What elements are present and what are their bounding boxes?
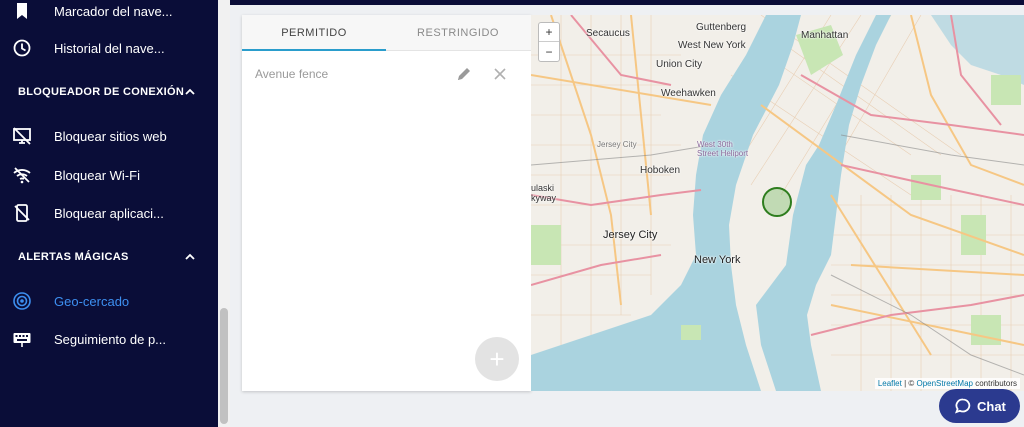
tab-bar: PERMITIDO RESTRINGIDO [242,15,531,51]
map-label: Hoboken [640,165,681,176]
scrollbar-thumb[interactable] [220,308,228,424]
section-title: ALERTAS MÁGICAS [18,251,129,263]
zoom-in-button[interactable]: + [539,23,559,42]
sidebar-item-label: Historial del nave... [54,40,165,56]
sidebar-item-label: Bloquear aplicaci... [54,205,164,221]
zoom-control: + − [538,22,560,62]
map-attribution: Leaflet | © OpenStreetMap contributors [874,378,1020,389]
sidebar-item-geofence[interactable]: Geo-cercado [0,282,218,320]
map[interactable]: + − Secaucus Guttenberg West New York Ma… [531,15,1024,391]
map-label: ulaski kyway [531,183,557,203]
sidebar-item-label: Bloquear Wi-Fi [54,167,140,183]
sidebar-item-history[interactable]: Historial del nave... [0,29,218,67]
close-icon[interactable] [491,65,509,83]
list-item[interactable]: Avenue fence [242,59,531,89]
map-label: Union City [656,59,703,70]
map-label: Jersey City [597,140,637,149]
sidebar-item-label: Marcador del nave... [54,3,173,19]
sidebar-item-keylogger[interactable]: Seguimiento de p... [0,320,218,358]
tab-underline [242,49,386,51]
sidebar-scrollbar[interactable] [218,0,230,427]
sidebar-item-block-websites[interactable]: Bloquear sitios web [0,117,218,155]
clock-icon [13,39,31,57]
chat-bubble-icon [955,398,971,414]
top-bar [230,0,1024,5]
sidebar-item-label: Bloquear sitios web [54,128,167,144]
leaflet-link[interactable]: Leaflet [878,379,902,388]
tab-restricted[interactable]: RESTRINGIDO [386,15,530,51]
geofence-marker[interactable] [762,187,792,217]
map-label: New York [694,254,741,266]
section-magic-alerts[interactable]: ALERTAS MÁGICAS [0,242,218,272]
sidebar-item-label: Geo-cercado [54,293,130,309]
chat-button[interactable]: Chat [939,389,1020,423]
attribution-separator: | © [901,379,917,388]
target-icon [13,292,31,310]
map-label: Jersey City [603,229,658,241]
map-label: Guttenberg [696,22,747,33]
zoom-out-button[interactable]: − [539,42,559,61]
attribution-text: contributors [972,379,1017,388]
monitor-off-icon [13,127,31,145]
sidebar-item-block-wifi[interactable]: Bloquear Wi-Fi [0,156,218,194]
map-label: Manhattan [801,30,849,41]
map-label: Weehawken [661,88,716,99]
wifi-off-icon [13,167,31,184]
section-title: BLOQUEADOR DE CONEXIÓN [18,86,185,98]
fence-name: Avenue fence [255,67,329,81]
osm-link[interactable]: OpenStreetMap [916,379,972,388]
phone-off-icon [14,204,30,222]
chevron-up-icon [185,253,195,260]
geofence-panel: PERMITIDO RESTRINGIDO Avenue fence + [242,15,531,391]
add-fence-button[interactable]: + [475,337,519,381]
pencil-icon[interactable] [455,65,473,83]
sidebar-item-label: Seguimiento de p... [54,331,167,347]
chevron-up-icon [185,88,195,95]
tab-allowed[interactable]: PERMITIDO [242,15,386,51]
keyboard-icon [13,333,31,347]
map-label: Secaucus [586,28,630,39]
section-connection-blocker[interactable]: BLOQUEADOR DE CONEXIÓN [0,77,218,107]
map-label: West New York [678,40,746,51]
sidebar-item-block-apps[interactable]: Bloquear aplicaci... [0,194,218,232]
sidebar: Marcador del nave... Historial del nave.… [0,0,218,427]
map-label: West 30th Street Heliport [697,140,749,158]
chat-label: Chat [977,399,1006,414]
bookmark-icon [17,3,27,19]
sidebar-item-bookmarks[interactable]: Marcador del nave... [0,0,218,30]
